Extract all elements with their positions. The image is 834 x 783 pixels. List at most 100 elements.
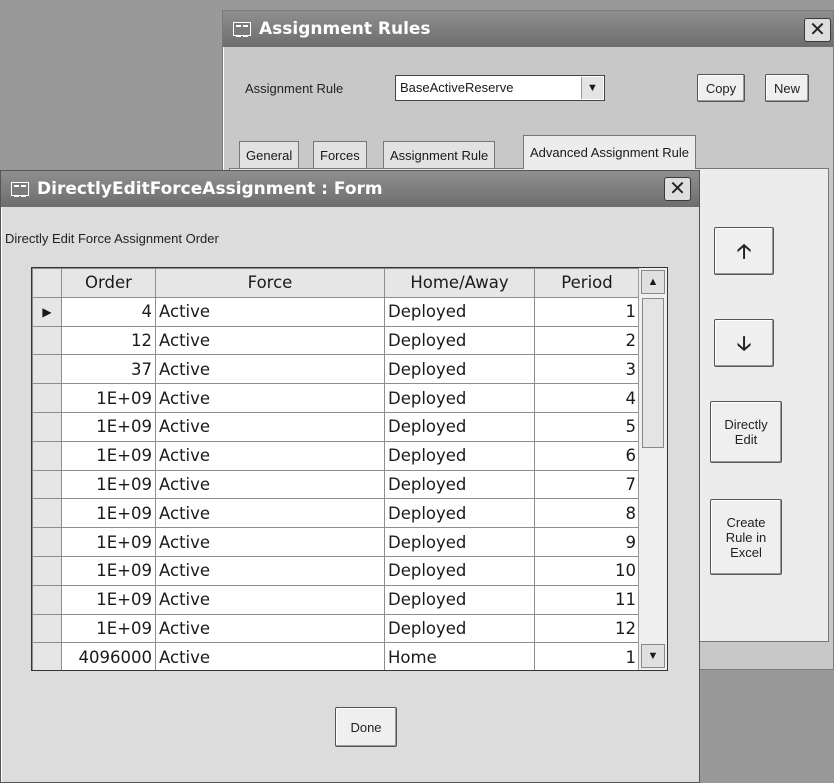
table-row[interactable]: 12 Active Deployed 2	[32, 325, 640, 356]
period-cell[interactable]: 1	[534, 296, 640, 327]
period-cell[interactable]: 5	[534, 411, 640, 442]
force-assignment-grid[interactable]: Order Force Home/Away Period ▶ 4 Active Dep…	[31, 267, 668, 671]
close-button[interactable]: ✕	[804, 18, 831, 42]
create-rule-in-excel-button[interactable]: Create Rule in Excel	[710, 499, 782, 575]
assignment-rule-combo[interactable]: BaseActiveReserve ▼	[395, 75, 605, 101]
force-cell[interactable]: Active	[155, 498, 385, 529]
home-away-cell[interactable]: Deployed	[384, 613, 535, 644]
row-selector[interactable]	[32, 555, 62, 586]
period-cell[interactable]: 11	[534, 584, 640, 615]
done-button[interactable]: Done	[335, 707, 397, 747]
tab-advanced-assignment-rule[interactable]: Advanced Assignment Rule	[523, 135, 696, 169]
row-selector[interactable]	[32, 440, 62, 471]
force-cell[interactable]: Active	[155, 325, 385, 356]
order-cell[interactable]: 37	[61, 354, 156, 385]
table-row[interactable]: 1E+09 Active Deployed 11	[32, 584, 640, 615]
table-row[interactable]: 1E+09 Active Deployed 5	[32, 411, 640, 442]
order-cell[interactable]: 12	[61, 325, 156, 356]
period-cell[interactable]: 10	[534, 555, 640, 586]
order-cell[interactable]: 1E+09	[61, 555, 156, 586]
column-header-home-away[interactable]: Home/Away	[384, 268, 535, 298]
assignment-rules-titlebar[interactable]: Assignment Rules	[223, 11, 833, 47]
row-selector[interactable]	[32, 584, 62, 615]
home-away-cell[interactable]: Deployed	[384, 325, 535, 356]
force-cell[interactable]: Active	[155, 527, 385, 557]
home-away-cell[interactable]: Home	[384, 642, 535, 670]
table-row[interactable]: 1E+09 Active Deployed 9	[32, 527, 640, 557]
table-row[interactable]: 4096000 Active Home 1	[32, 642, 640, 670]
force-cell[interactable]: Active	[155, 642, 385, 670]
order-cell[interactable]: 4096000	[61, 642, 156, 670]
home-away-cell[interactable]: Deployed	[384, 498, 535, 529]
force-cell[interactable]: Active	[155, 584, 385, 615]
form-titlebar[interactable]: DirectlyEditForceAssignment : Form	[1, 171, 699, 207]
order-cell[interactable]: 1E+09	[61, 440, 156, 471]
order-cell[interactable]: 1E+09	[61, 411, 156, 442]
period-cell[interactable]: 7	[534, 469, 640, 500]
table-row[interactable]: ▶ 4 Active Deployed 1	[32, 296, 640, 327]
form-close-button[interactable]: ✕	[664, 177, 691, 201]
tab-forces[interactable]: Forces	[313, 141, 367, 169]
row-selector-header[interactable]	[32, 268, 62, 298]
column-header-force[interactable]: Force	[155, 268, 385, 298]
period-cell[interactable]: 2	[534, 325, 640, 356]
home-away-cell[interactable]: Deployed	[384, 527, 535, 557]
table-row[interactable]: 1E+09 Active Deployed 4	[32, 383, 640, 413]
vertical-scrollbar[interactable]: ▲ ▼	[638, 268, 667, 670]
period-cell[interactable]: 12	[534, 613, 640, 644]
home-away-cell[interactable]: Deployed	[384, 383, 535, 413]
table-row[interactable]: 37 Active Deployed 3	[32, 354, 640, 385]
home-away-cell[interactable]: Deployed	[384, 440, 535, 471]
order-cell[interactable]: 4	[61, 296, 156, 327]
home-away-cell[interactable]: Deployed	[384, 296, 535, 327]
order-cell[interactable]: 1E+09	[61, 383, 156, 413]
table-row[interactable]: 1E+09 Active Deployed 8	[32, 498, 640, 529]
period-cell[interactable]: 8	[534, 498, 640, 529]
table-row[interactable]: 1E+09 Active Deployed 6	[32, 440, 640, 471]
force-cell[interactable]: Active	[155, 440, 385, 471]
force-cell[interactable]: Active	[155, 411, 385, 442]
order-cell[interactable]: 1E+09	[61, 527, 156, 557]
period-cell[interactable]: 3	[534, 354, 640, 385]
scrollbar-thumb[interactable]	[642, 298, 664, 448]
row-selector[interactable]	[32, 498, 62, 529]
directly-edit-button[interactable]: Directly Edit	[710, 401, 782, 463]
column-header-period[interactable]: Period	[534, 268, 640, 298]
order-cell[interactable]: 1E+09	[61, 613, 156, 644]
row-selector[interactable]	[32, 325, 62, 356]
row-selector[interactable]	[32, 354, 62, 385]
home-away-cell[interactable]: Deployed	[384, 555, 535, 586]
row-selector[interactable]	[32, 613, 62, 644]
row-selector[interactable]	[32, 383, 62, 413]
force-cell[interactable]: Active	[155, 613, 385, 644]
chevron-down-icon[interactable]: ▼	[581, 77, 603, 99]
table-row[interactable]: 1E+09 Active Deployed 12	[32, 613, 640, 644]
order-cell[interactable]: 1E+09	[61, 498, 156, 529]
row-selector[interactable]	[32, 411, 62, 442]
table-row[interactable]: 1E+09 Active Deployed 7	[32, 469, 640, 500]
row-selector[interactable]: ▶	[32, 296, 62, 327]
column-header-order[interactable]: Order	[61, 268, 156, 298]
force-cell[interactable]: Active	[155, 354, 385, 385]
home-away-cell[interactable]: Deployed	[384, 584, 535, 615]
force-cell[interactable]: Active	[155, 469, 385, 500]
tab-assignment-rule[interactable]: Assignment Rule	[383, 141, 496, 169]
scroll-down-icon[interactable]: ▼	[641, 644, 665, 668]
order-cell[interactable]: 1E+09	[61, 469, 156, 500]
force-cell[interactable]: Active	[155, 383, 385, 413]
move-down-button[interactable]: 🡣	[714, 319, 774, 367]
scroll-up-icon[interactable]: ▲	[641, 270, 665, 294]
tab-general[interactable]: General	[239, 141, 300, 169]
move-up-button[interactable]: 🡡	[714, 227, 774, 275]
new-button[interactable]: New	[765, 74, 809, 102]
period-cell[interactable]: 1	[534, 642, 640, 670]
force-cell[interactable]: Active	[155, 555, 385, 586]
row-selector[interactable]	[32, 527, 62, 557]
row-selector[interactable]	[32, 642, 62, 670]
order-cell[interactable]: 1E+09	[61, 584, 156, 615]
copy-button[interactable]: Copy	[697, 74, 745, 102]
home-away-cell[interactable]: Deployed	[384, 411, 535, 442]
period-cell[interactable]: 9	[534, 527, 640, 557]
row-selector[interactable]	[32, 469, 62, 500]
home-away-cell[interactable]: Deployed	[384, 354, 535, 385]
